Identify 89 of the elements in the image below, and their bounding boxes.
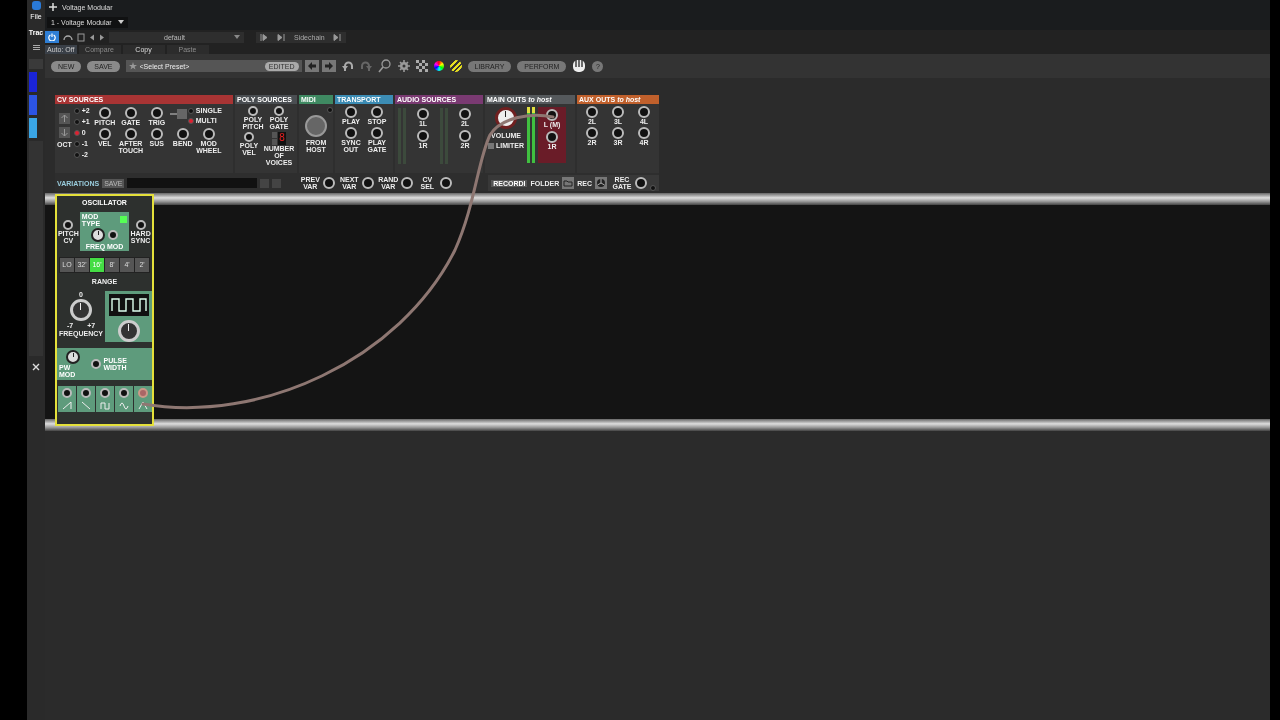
variation-field[interactable] bbox=[127, 178, 258, 188]
jack-icon[interactable] bbox=[345, 106, 357, 118]
jack-icon[interactable] bbox=[124, 128, 137, 140]
sidechain-icon[interactable] bbox=[332, 33, 342, 41]
keyboard-icon[interactable] bbox=[572, 59, 587, 73]
trigger-mode-led[interactable] bbox=[187, 117, 194, 124]
track-color-strip[interactable] bbox=[29, 72, 37, 92]
power-button[interactable] bbox=[45, 31, 59, 43]
voices-display: 8 bbox=[278, 132, 286, 145]
jack-icon[interactable] bbox=[98, 128, 111, 140]
square-wave-icon bbox=[99, 399, 110, 410]
mod-type-toggle[interactable] bbox=[119, 216, 128, 224]
close-icon[interactable] bbox=[32, 363, 40, 371]
jack-icon[interactable] bbox=[150, 107, 163, 119]
midi-port-icon[interactable] bbox=[305, 115, 327, 137]
star-icon[interactable] bbox=[128, 62, 137, 70]
jack-icon[interactable] bbox=[546, 131, 558, 143]
jack-icon[interactable] bbox=[61, 387, 72, 398]
indicator-led bbox=[327, 107, 333, 113]
limiter-checkbox[interactable] bbox=[488, 142, 494, 149]
jack-icon[interactable] bbox=[586, 127, 598, 139]
ramp-wave-icon bbox=[80, 399, 91, 410]
jack-icon[interactable] bbox=[98, 107, 111, 119]
caret-icon[interactable] bbox=[117, 20, 124, 24]
arc-icon[interactable] bbox=[63, 33, 73, 41]
triangle-wave-icon bbox=[137, 399, 148, 410]
jack-icon[interactable] bbox=[638, 106, 650, 118]
sidechain-icon[interactable] bbox=[277, 33, 286, 41]
previous-icon[interactable] bbox=[89, 33, 95, 41]
jack-icon[interactable] bbox=[459, 108, 471, 120]
jack-icon[interactable] bbox=[459, 130, 471, 142]
jack-icon[interactable] bbox=[401, 177, 414, 189]
arrow-left-icon[interactable] bbox=[304, 60, 319, 72]
octave-up-button[interactable] bbox=[58, 113, 70, 124]
jack-icon[interactable] bbox=[371, 106, 383, 118]
jack-icon[interactable] bbox=[417, 130, 429, 142]
jack-icon[interactable] bbox=[63, 219, 74, 230]
jack-icon[interactable] bbox=[135, 219, 146, 230]
track-color-strip[interactable] bbox=[29, 95, 37, 115]
octave-down-button[interactable] bbox=[58, 127, 70, 138]
color-wheel-icon[interactable] bbox=[433, 61, 444, 71]
checker-icon[interactable] bbox=[415, 60, 428, 72]
jack-icon[interactable] bbox=[274, 106, 284, 116]
jack-icon[interactable] bbox=[124, 107, 137, 119]
level-meter bbox=[527, 107, 535, 163]
jack-icon[interactable] bbox=[638, 127, 650, 139]
jack-icon[interactable] bbox=[417, 108, 429, 120]
folder-icon[interactable] bbox=[562, 177, 575, 189]
document-icon[interactable] bbox=[77, 32, 85, 42]
menu-icon[interactable] bbox=[32, 45, 40, 50]
zoom-icon[interactable] bbox=[377, 59, 392, 73]
jack-icon[interactable] bbox=[176, 128, 189, 140]
jack-icon[interactable] bbox=[371, 127, 383, 139]
jack-icon[interactable] bbox=[80, 387, 91, 398]
octave-led[interactable] bbox=[73, 129, 80, 136]
jack-icon[interactable] bbox=[90, 359, 101, 370]
jack-icon[interactable] bbox=[118, 387, 129, 398]
next-icon[interactable] bbox=[99, 33, 105, 41]
settings-icon[interactable] bbox=[397, 60, 410, 72]
jack-icon[interactable] bbox=[248, 106, 258, 116]
add-icon[interactable] bbox=[49, 3, 57, 11]
jack-icon[interactable] bbox=[635, 177, 647, 189]
jack-icon[interactable] bbox=[202, 128, 215, 140]
saw-wave-icon bbox=[61, 399, 72, 410]
skip-icon[interactable] bbox=[260, 33, 269, 41]
jack-icon[interactable] bbox=[612, 106, 624, 118]
track-color-strip[interactable] bbox=[29, 118, 37, 138]
jack-icon[interactable] bbox=[108, 229, 118, 240]
app-logo-icon[interactable] bbox=[31, 1, 41, 10]
stripes-icon[interactable] bbox=[449, 60, 462, 72]
indicator-led bbox=[650, 185, 656, 191]
jack-icon[interactable] bbox=[323, 177, 336, 189]
waveform-display bbox=[108, 294, 149, 317]
pulse-width-knob[interactable] bbox=[117, 320, 140, 343]
jack-icon[interactable] bbox=[612, 127, 624, 139]
knob-icon[interactable] bbox=[91, 227, 105, 242]
arrow-right-icon[interactable] bbox=[321, 60, 336, 72]
jack-icon[interactable] bbox=[99, 387, 110, 398]
record-icon[interactable] bbox=[595, 177, 607, 189]
knob-icon[interactable] bbox=[66, 350, 81, 365]
jack-icon[interactable] bbox=[150, 128, 163, 140]
switch-drawing bbox=[169, 108, 188, 120]
jack-icon[interactable] bbox=[345, 127, 357, 139]
jack-icon[interactable] bbox=[440, 177, 453, 189]
jack-icon[interactable] bbox=[244, 132, 254, 142]
frequency-knob[interactable] bbox=[70, 299, 92, 322]
undo-icon[interactable] bbox=[341, 60, 354, 72]
jack-icon[interactable] bbox=[362, 177, 375, 189]
jack-icon[interactable] bbox=[586, 106, 598, 118]
